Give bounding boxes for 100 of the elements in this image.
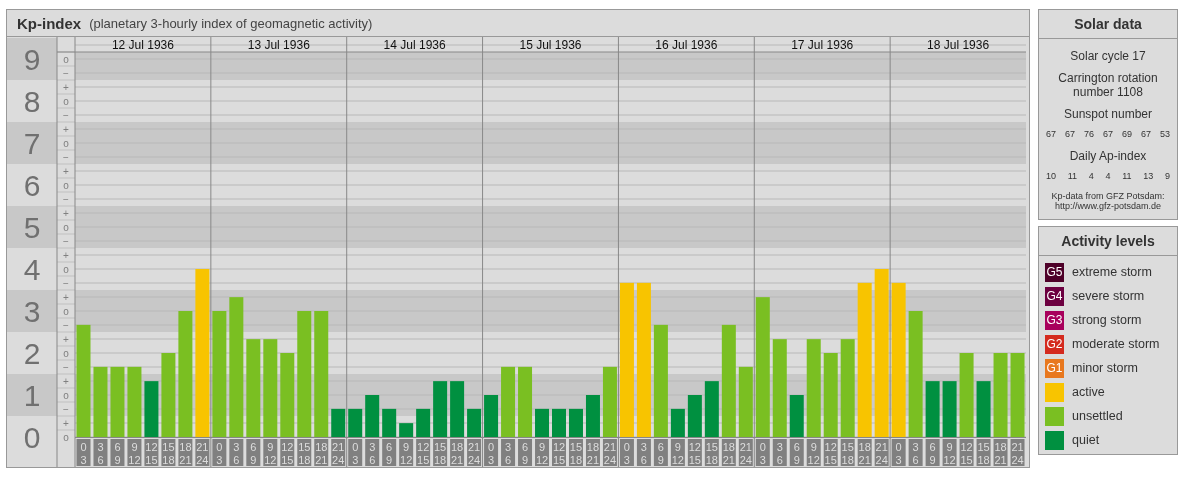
time-slot-label: 3 6 bbox=[365, 439, 380, 466]
x-tick-label: 6 9 bbox=[657, 441, 664, 466]
y-axis-label: 3 bbox=[23, 295, 41, 328]
kp-bar bbox=[552, 408, 566, 437]
y-axis-label: 4 bbox=[23, 253, 41, 286]
time-slot-label: 6 9 bbox=[518, 439, 533, 466]
y-subtick-label: + bbox=[63, 375, 69, 387]
y-subtick-label: − bbox=[63, 361, 69, 373]
x-tick-label: 3 6 bbox=[369, 441, 376, 466]
time-slot-label: 15 18 bbox=[976, 439, 991, 466]
kp-bar bbox=[535, 408, 549, 437]
time-slot-label: 12 15 bbox=[416, 439, 431, 466]
x-tick-label: 6 9 bbox=[386, 441, 393, 466]
legend-label: active bbox=[1072, 385, 1105, 399]
legend-swatch: G4 bbox=[1045, 286, 1064, 306]
x-tick-label: 0 3 bbox=[352, 441, 359, 466]
y-subtick-label: − bbox=[63, 67, 69, 79]
sunspot-value: 67 bbox=[1046, 129, 1056, 139]
ap-value: 4 bbox=[1105, 171, 1111, 181]
time-slot-label: 9 12 bbox=[127, 439, 142, 466]
y-axis-label: 8 bbox=[23, 85, 41, 118]
kp-bar bbox=[789, 395, 804, 437]
time-slot-label: 21 24 bbox=[738, 439, 753, 466]
kp-bar bbox=[399, 423, 414, 437]
time-slot-label: 21 24 bbox=[331, 439, 346, 466]
date-label: 14 Jul 1936 bbox=[383, 38, 446, 52]
x-tick-label: 3 6 bbox=[504, 441, 512, 466]
y-subtick-label: − bbox=[63, 403, 69, 415]
date-label: 12 Jul 1936 bbox=[111, 38, 174, 52]
y-subtick-label: o bbox=[63, 389, 69, 401]
x-tick-label: 6 9 bbox=[929, 441, 936, 466]
x-tick-label: 3 6 bbox=[233, 441, 240, 466]
time-slot-label: 9 12 bbox=[942, 439, 957, 466]
time-slot-label: 6 9 bbox=[382, 439, 397, 466]
time-slot-label: 0 3 bbox=[891, 439, 906, 466]
time-slot-label: 12 15 bbox=[823, 439, 838, 466]
sunspot-label: Sunspot number bbox=[1062, 107, 1154, 121]
panel-title: Solar data bbox=[1039, 10, 1177, 39]
x-tick-label: 0 3 bbox=[216, 441, 223, 466]
x-tick-label: 6 9 bbox=[114, 441, 121, 466]
legend-label: minor storm bbox=[1072, 361, 1138, 375]
legend-swatch: G3 bbox=[1045, 310, 1064, 330]
y-subtick-label: + bbox=[63, 249, 69, 261]
y-subtick-label: o bbox=[63, 53, 69, 65]
y-subtick-label: − bbox=[63, 235, 69, 247]
time-slot-label: 0 3 bbox=[755, 439, 770, 466]
time-slot-label: 6 9 bbox=[110, 439, 125, 466]
y-axis-label: 9 bbox=[23, 43, 41, 76]
time-slot-label: 15 18 bbox=[569, 439, 583, 466]
y-subtick-label: o bbox=[63, 221, 69, 233]
y-subtick-label: − bbox=[63, 277, 69, 289]
kp-bar bbox=[467, 408, 482, 437]
kp-bar bbox=[365, 395, 380, 437]
ap-value: 10 bbox=[1046, 171, 1056, 181]
y-subtick-label: − bbox=[63, 109, 69, 121]
time-slot-label: 15 18 bbox=[704, 439, 719, 466]
date-label: 16 Jul 1936 bbox=[655, 38, 718, 52]
time-slot-label: 21 24 bbox=[1010, 439, 1025, 466]
x-tick-label: 3 6 bbox=[640, 441, 647, 466]
time-slot-label: 18 21 bbox=[314, 439, 329, 466]
y-subtick-label: + bbox=[63, 207, 69, 219]
y-subtick-label: + bbox=[63, 123, 69, 135]
time-slot-label: 18 21 bbox=[585, 439, 600, 466]
kp-bar bbox=[925, 381, 940, 437]
legend-swatch: G2 bbox=[1045, 334, 1064, 354]
kp-bar bbox=[738, 366, 753, 437]
kp-bar bbox=[670, 408, 685, 437]
panel-subtitle: (planetary 3-hourly index of geomagnetic activity) bbox=[89, 15, 373, 31]
legend-label: quiet bbox=[1072, 433, 1100, 447]
kp-bar bbox=[569, 408, 583, 437]
time-slot-label: 9 12 bbox=[399, 439, 414, 466]
x-tick-label: 3 6 bbox=[97, 441, 104, 466]
x-tick-label: 0 3 bbox=[759, 441, 766, 466]
time-slot-label: 3 6 bbox=[908, 439, 923, 466]
sunspot-value: 67 bbox=[1065, 129, 1075, 139]
time-slot-label: 21 24 bbox=[467, 439, 482, 466]
ap-value: 11 bbox=[1122, 171, 1132, 181]
sunspot-value: 53 bbox=[1159, 129, 1170, 139]
legend-label: strong storm bbox=[1072, 313, 1142, 327]
y-subtick-label: o bbox=[63, 305, 69, 317]
sunspot-value: 67 bbox=[1102, 129, 1113, 139]
time-slot-label: 9 12 bbox=[535, 439, 549, 466]
y-subtick-label: + bbox=[63, 417, 69, 429]
time-slot-label: 18 21 bbox=[178, 439, 193, 466]
time-slot-label: 15 18 bbox=[433, 439, 448, 466]
kp-bar bbox=[976, 381, 991, 437]
time-slot-label: 0 3 bbox=[212, 439, 227, 466]
y-subtick-label: o bbox=[63, 95, 69, 107]
y-axis-label: 7 bbox=[23, 127, 41, 160]
time-slot-label: 0 3 bbox=[619, 439, 634, 466]
y-subtick-label: − bbox=[63, 319, 69, 331]
x-tick-label: 3 6 bbox=[912, 441, 919, 466]
kp-bar bbox=[602, 366, 617, 437]
time-slot-label: 0 3 bbox=[484, 439, 499, 466]
y-subtick-label: − bbox=[63, 151, 69, 163]
date-label: 17 Jul 1936 bbox=[791, 38, 854, 52]
kp-bar bbox=[127, 366, 142, 437]
x-tick-label: 6 9 bbox=[250, 441, 257, 466]
y-subtick-label: − bbox=[63, 193, 69, 205]
x-tick-label: 6 9 bbox=[793, 441, 800, 466]
